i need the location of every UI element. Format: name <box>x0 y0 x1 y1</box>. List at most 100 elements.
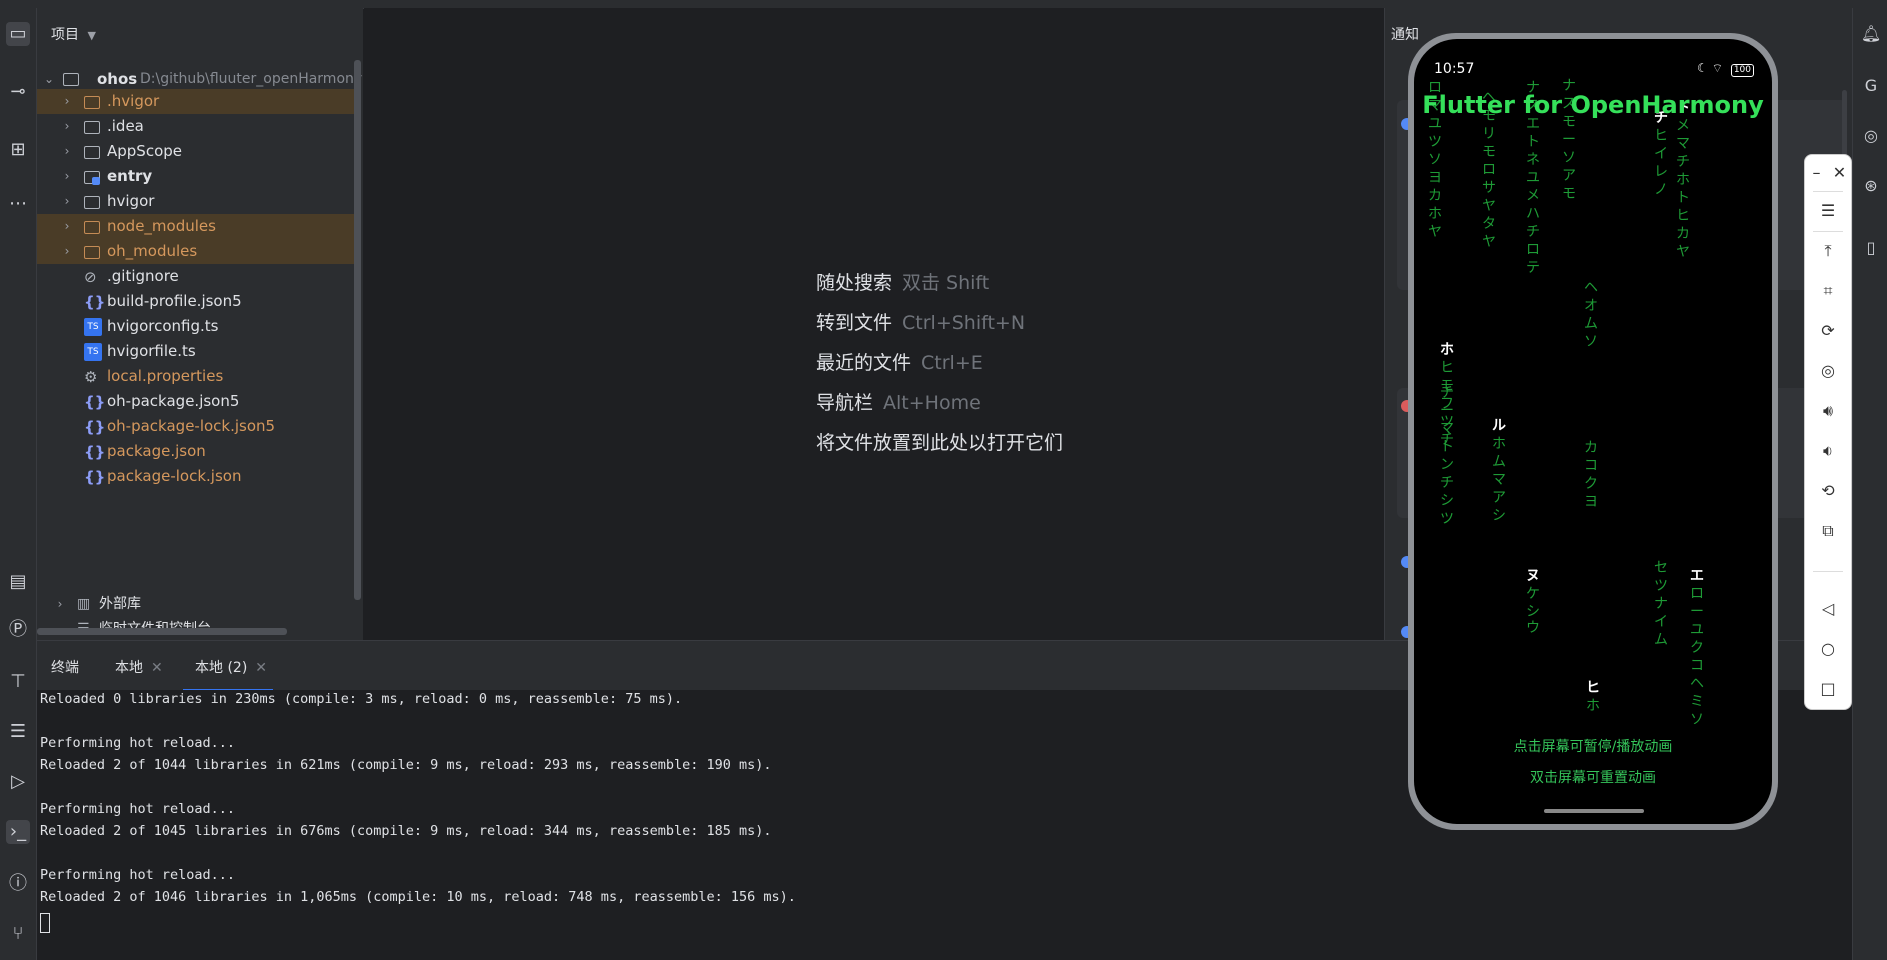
tree-item[interactable]: › oh_modules <box>37 239 357 264</box>
hint-shortcut: 双击 Shift <box>902 272 990 294</box>
folder-icon <box>84 93 102 111</box>
device-manager-icon[interactable]: ◎ <box>1859 124 1883 148</box>
tree-horizontal-scrollbar[interactable] <box>37 628 287 635</box>
typescript-file-icon: TS <box>84 318 102 336</box>
minus-icon[interactable]: – <box>1805 159 1828 187</box>
chevron-right-icon[interactable]: › <box>60 189 74 214</box>
chevron-right-icon[interactable]: › <box>60 114 74 139</box>
rain-head-glyph: ホ <box>1440 342 1454 358</box>
tree-item[interactable]: › hvigor <box>37 189 357 214</box>
phone-screen[interactable]: 10:57 ☾ ⌔ 100 ロマユツソヨカホヤホヒモフツチ チーマトンチシツ ヘモリ… <box>1414 39 1772 824</box>
left-toolbar: ▭ ⊸ ⊞ ⋯ ▤ Ⓟ ⊤ ☰ ▷ ›_ ⓘ ⑂ <box>0 8 37 960</box>
git-icon[interactable]: ⑂ <box>6 922 30 946</box>
rain-trail: ホ <box>1586 698 1600 714</box>
todo-icon[interactable]: ☰ <box>6 720 30 744</box>
project-panel: 项目 ▼ ⌄ ohos D:\github\fluuter_openHarmon… <box>37 8 363 640</box>
close-icon[interactable]: ✕ <box>1828 159 1851 187</box>
tree-item-label: node_modules <box>107 217 216 235</box>
project-header[interactable]: 项目 ▼ <box>51 24 96 46</box>
tree-vertical-scrollbar[interactable] <box>354 60 361 600</box>
folder-icon <box>84 118 102 136</box>
terminal-line: Performing hot reload... <box>40 735 236 751</box>
more-icon[interactable]: ⋯ <box>6 192 30 216</box>
tree-item[interactable]: {} package.json <box>37 439 357 464</box>
profiler-icon[interactable]: Ⓟ <box>6 618 30 642</box>
close-icon[interactable]: ✕ <box>151 660 163 676</box>
back-icon[interactable]: ◁ <box>1805 595 1851 623</box>
tree-item-label: package-lock.json <box>107 467 242 485</box>
tree-item[interactable]: {} oh-package-lock.json5 <box>37 414 357 439</box>
tree-item[interactable]: › .hvigor <box>37 89 357 114</box>
terminal-icon[interactable]: ›_ <box>6 820 30 844</box>
shake-icon[interactable]: ⟲ <box>1805 477 1851 505</box>
separator <box>1813 231 1843 232</box>
layout-inspector-icon[interactable]: ▤ <box>6 570 30 594</box>
chevron-right-icon[interactable]: › <box>60 239 74 264</box>
hint-shortcut: Alt+Home <box>883 392 981 414</box>
tree-item[interactable]: {} build-profile.json5 <box>37 289 357 314</box>
home-icon[interactable]: ○ <box>1805 635 1851 663</box>
close-icon[interactable]: ✕ <box>255 660 267 676</box>
recents-icon[interactable]: □ <box>1805 675 1851 703</box>
tree-item-label: entry <box>107 167 153 185</box>
tree-item-label: hvigorfile.ts <box>107 342 196 360</box>
volume-down-icon[interactable]: 🔉︎ <box>1805 437 1851 465</box>
screenshot-icon[interactable]: ◎ <box>1805 357 1851 385</box>
rain-head-glyph: エ <box>1690 568 1704 584</box>
folder-icon <box>84 243 102 261</box>
structure-icon[interactable]: ⊞ <box>6 138 30 162</box>
gradle-icon[interactable]: G <box>1859 74 1883 98</box>
tree-item[interactable]: ⚙ local.properties <box>37 364 357 389</box>
services-icon[interactable]: ▷ <box>6 770 30 794</box>
problems-icon[interactable]: ⓘ <box>6 872 30 896</box>
tree-item[interactable]: ⊘ .gitignore <box>37 264 357 289</box>
hint-action: 将文件放置到此处以打开它们 <box>816 432 1064 454</box>
library-icon: ▥ <box>77 596 91 612</box>
build-icon[interactable]: ⊤ <box>6 670 30 694</box>
terminal-line: Reloaded 2 of 1044 libraries in 621ms (c… <box>40 757 772 773</box>
tree-item[interactable]: › .idea <box>37 114 357 139</box>
crop-icon[interactable]: ⌗ <box>1805 277 1851 305</box>
chevron-right-icon[interactable]: › <box>60 214 74 239</box>
tree-item[interactable]: › entry <box>37 164 357 189</box>
tab-local[interactable]: 本地 ✕ <box>115 657 163 677</box>
rain-column: エローユクコヘミソ <box>1688 567 1706 729</box>
rain-head-glyph: ヌ <box>1526 568 1540 584</box>
tree-item[interactable]: › AppScope <box>37 139 357 164</box>
tree-item-label: hvigorconfig.ts <box>107 317 219 335</box>
tree-item[interactable]: {} package-lock.json <box>37 464 357 489</box>
rain-trail: ヘオムソ <box>1584 280 1598 350</box>
tree-item[interactable]: TS hvigorfile.ts <box>37 339 357 364</box>
rain-trail: ケシ <box>1526 586 1540 620</box>
module-folder-icon <box>84 168 102 186</box>
notifications-bell-icon[interactable]: 🔔︎ <box>1859 22 1883 46</box>
menu-icon[interactable]: ☰ <box>1805 197 1851 225</box>
tree-item-label: build-profile.json5 <box>107 292 242 310</box>
tree-item[interactable]: TS hvigorconfig.ts <box>37 314 357 339</box>
tree-item[interactable]: {} oh-package.json5 <box>37 389 357 414</box>
device-mirror-icon[interactable]: ▯ <box>1859 236 1883 260</box>
rain-trail: セツナイム <box>1654 560 1668 648</box>
rotate-icon[interactable]: ⟳ <box>1805 317 1851 345</box>
tree-item[interactable]: › node_modules <box>37 214 357 239</box>
assistant-icon[interactable]: ⊛ <box>1859 174 1883 198</box>
tree-item-label: oh-package-lock.json5 <box>107 417 276 435</box>
rain-column: チーマトンチシツ <box>1438 384 1456 528</box>
tab-local-2[interactable]: 本地 (2) ✕ <box>195 657 267 677</box>
editor-empty-area[interactable]: 随处搜索 双击 Shift 转到文件 Ctrl+Shift+N 最近的文件 Ctrl+E 导… <box>364 8 1384 640</box>
volume-up-icon[interactable]: 🔊︎ <box>1805 397 1851 425</box>
chevron-right-icon[interactable]: › <box>60 139 74 164</box>
moon-icon: ☾ <box>1697 61 1708 75</box>
project-folder-icon[interactable]: ▭ <box>6 22 30 46</box>
chevron-right-icon[interactable]: › <box>60 164 74 189</box>
commit-icon[interactable]: ⊸ <box>6 80 30 104</box>
multi-device-icon[interactable]: ⧉ <box>1805 517 1851 545</box>
pin-top-icon[interactable]: ⤒ <box>1805 237 1851 265</box>
terminal-tool-title[interactable]: 终端 <box>51 657 79 677</box>
separator <box>1813 571 1843 572</box>
rain-column: トメマチホトヒカヤ <box>1674 99 1692 261</box>
tree-item-label: oh_modules <box>107 242 198 260</box>
tab-local-2-label: 本地 (2) <box>195 660 248 676</box>
chevron-right-icon[interactable]: › <box>60 89 74 114</box>
json-file-icon: {} <box>84 293 106 311</box>
